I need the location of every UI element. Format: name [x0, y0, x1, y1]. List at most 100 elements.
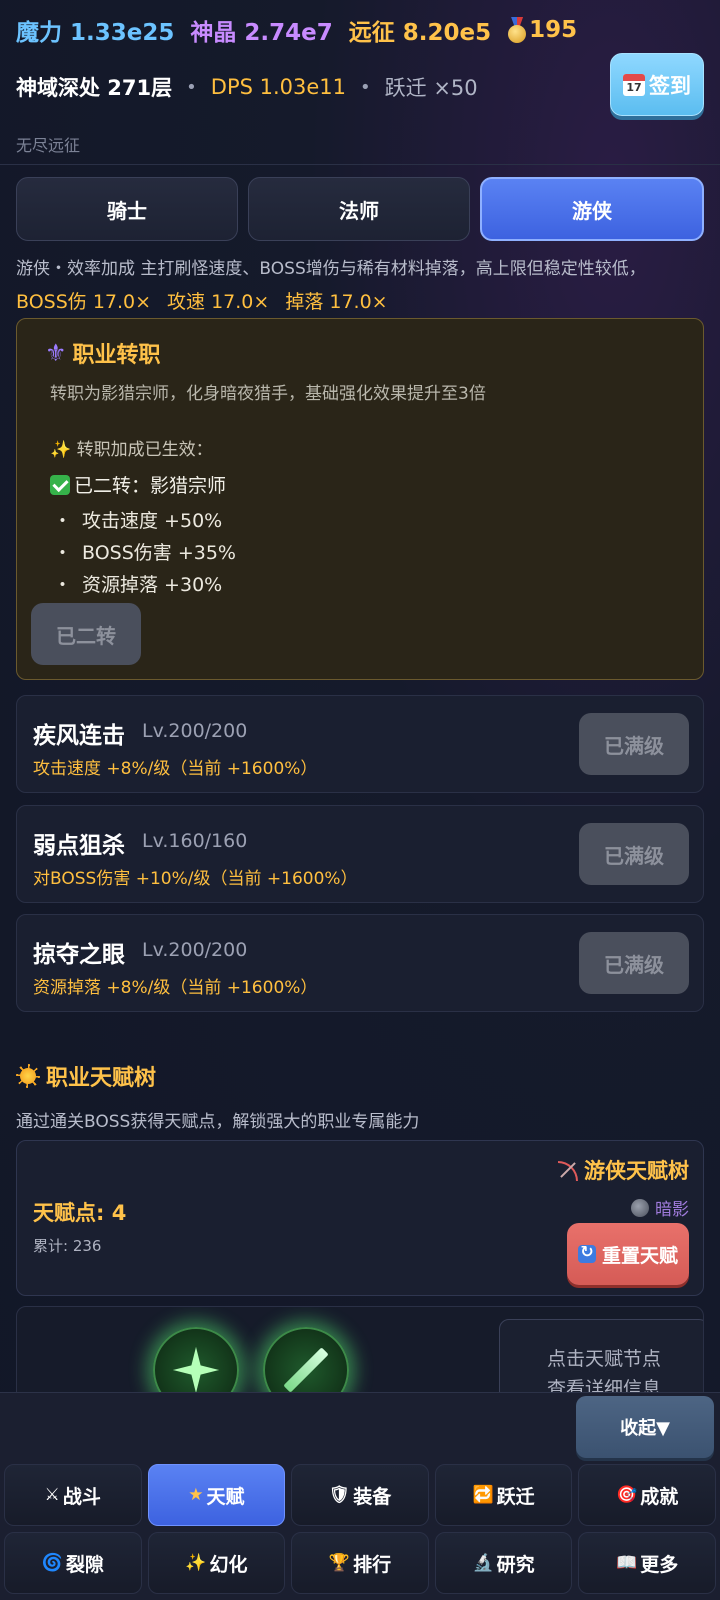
talent-description: 通过通关BOSS获得天赋点，解锁强大的职业专属能力: [16, 1112, 420, 1132]
nav-ranking[interactable]: 🏆 排行: [291, 1532, 429, 1594]
list-item: ・资源掉落 +30%: [53, 567, 236, 599]
signin-label: 签到: [649, 73, 691, 98]
medal-counter: 195: [507, 17, 577, 43]
nav-label: 裂隙: [65, 1553, 104, 1576]
effect-text: 资源掉落 +30%: [82, 573, 223, 596]
bonus-drop: 掉落 17.0×: [285, 291, 388, 313]
effect-text: 攻击速度 +50%: [82, 509, 223, 532]
starburst-icon: [173, 1347, 219, 1393]
star-icon: ★: [188, 1485, 204, 1505]
nav-label: 幻化: [209, 1553, 248, 1576]
promotion-button[interactable]: 已二转: [31, 603, 141, 665]
nav-label: 装备: [353, 1485, 392, 1508]
nav-achievement[interactable]: 🎯 成就: [578, 1464, 716, 1526]
nav-rift[interactable]: 🌀 裂隙: [4, 1532, 142, 1594]
talent-total: 累计: 236: [33, 1237, 102, 1255]
shadow-orb-icon: [631, 1198, 649, 1217]
nav-battle[interactable]: ⚔ 战斗: [4, 1464, 142, 1526]
skill-level: Lv.200/200: [142, 939, 248, 961]
promotion-active-label: ✨ 转职加成已生效：: [50, 440, 213, 460]
promotion-card: ⚜ 职业转职 转职为影猎宗师，化身暗夜猎手，基础强化效果提升至3倍 ✨ 转职加成…: [16, 318, 704, 680]
skill-card: 弱点狙杀 Lv.160/160 对BOSS伤害 +10%/级（当前 +1600%…: [16, 805, 704, 903]
skill-effect: 资源掉落 +8%/级（当前 +1600%）: [33, 978, 318, 998]
promotion-effects: ・攻击速度 +50% ・ BOSS伤害 +35% ・资源掉落 +30%: [53, 503, 236, 599]
promotion-status-text: 已二转：影猎宗师: [74, 475, 227, 497]
signin-button[interactable]: 签到: [610, 53, 704, 116]
nav-label: 战斗: [62, 1485, 101, 1508]
nav-talent[interactable]: ★ 天赋: [147, 1464, 286, 1526]
talent-points: 天赋点: 4: [33, 1201, 127, 1225]
checkmark-icon: [50, 474, 70, 495]
bonus-attack-speed: 攻速 17.0×: [167, 291, 270, 313]
mana-value: 魔力 1.33e25: [16, 20, 175, 46]
skill-upgrade-button[interactable]: 已满级: [579, 713, 689, 775]
separator-dot: •: [186, 76, 197, 98]
trophy-icon: 🏆: [328, 1553, 351, 1573]
skill-effect: 对BOSS伤害 +10%/级（当前 +1600%）: [33, 869, 358, 889]
nav-label: 跃迁: [496, 1485, 535, 1508]
promotion-title: ⚜ 职业转职: [45, 337, 161, 369]
calendar-icon: [623, 73, 645, 96]
talent-heading-text: 职业天赋树: [46, 1066, 157, 1091]
promotion-text: 转职为影猎宗师，化身暗夜猎手，基础强化效果提升至3倍: [50, 384, 486, 404]
sparkles-icon: ✨: [185, 1553, 207, 1573]
tree-name-text: 游侠天赋树: [584, 1159, 689, 1183]
nav-label: 更多: [640, 1553, 679, 1576]
shield-icon: 🛡: [328, 1485, 351, 1505]
nav-jump[interactable]: 🔁 跃迁: [434, 1464, 573, 1526]
app-root: 魔力 1.33e25 神晶 2.74e7 远征 8.20e5 195 神域深处 …: [0, 0, 720, 1600]
crossed-swords-icon: ⚔: [44, 1485, 60, 1505]
medal-icon: [507, 17, 527, 43]
mode-subtitle: 无尽远征: [16, 136, 81, 155]
skill-name: 掠夺之眼: [33, 942, 125, 968]
nav-label: 天赋: [206, 1485, 245, 1508]
class-tabs: 骑士 法师 游侠: [16, 177, 704, 241]
skill-card: 掠夺之眼 Lv.200/200 资源掉落 +8%/级（当前 +1600%） 已满…: [16, 914, 704, 1012]
tab-ranger[interactable]: 游侠: [480, 177, 704, 241]
location-bar: 神域深处 271层 • DPS 1.03e11 • 跃迁 ×50: [16, 70, 478, 104]
skill-name: 疾风连击: [33, 723, 125, 749]
skill-level: Lv.160/160: [142, 830, 248, 852]
location-name: 神域深处 271层: [16, 76, 173, 100]
bullet: ・: [53, 509, 73, 532]
nav-equipment[interactable]: 🛡 装备: [291, 1464, 429, 1526]
nav-research[interactable]: 🔬 研究: [434, 1532, 573, 1594]
sword-icon: [283, 1347, 329, 1393]
list-item: ・攻击速度 +50%: [53, 503, 236, 535]
tab-knight[interactable]: 骑士: [16, 177, 238, 241]
talent-heading: 职业天赋树: [16, 1060, 156, 1092]
skill-name: 弱点狙杀: [33, 833, 125, 859]
bow-arrow-icon: [556, 1159, 578, 1181]
bottom-nav: ⚔ 战斗 ★ 天赋 🛡 装备 🔁 跃迁 🎯 成就 🌀 裂隙 ✨ 幻化 🏆 排行 🔬 研究 📖 更多: [4, 1464, 716, 1594]
skill-level: Lv.200/200: [142, 720, 248, 742]
refresh-icon: [577, 1242, 596, 1263]
repeat-icon: 🔁: [472, 1485, 494, 1505]
promotion-status: 已二转：影猎宗师: [50, 471, 226, 498]
nav-label: 成就: [640, 1485, 679, 1508]
skill-upgrade-button[interactable]: 已满级: [579, 823, 689, 885]
talent-branch: 暗影: [631, 1195, 689, 1220]
resource-bar: 魔力 1.33e25 神晶 2.74e7 远征 8.20e5 195: [16, 12, 577, 48]
bonus-boss-damage: BOSS伤 17.0×: [16, 291, 152, 313]
crystal-value: 神晶 2.74e7: [190, 20, 333, 46]
nav-label: 排行: [353, 1553, 392, 1576]
reset-talent-button[interactable]: 重置天赋: [567, 1223, 689, 1285]
collapse-button[interactable]: 收起▼: [576, 1396, 714, 1458]
skill-card: 疾风连击 Lv.200/200 攻击速度 +8%/级（当前 +1600%） 已满…: [16, 695, 704, 793]
class-description: 游侠・效率加成 主打刷怪速度、BOSS增伤与稀有材料掉落，高上限但稳定性较低，: [16, 259, 646, 279]
skill-upgrade-button[interactable]: 已满级: [579, 932, 689, 994]
hint-line: 点击天赋节点: [546, 1348, 661, 1370]
tab-mage[interactable]: 法师: [248, 177, 470, 241]
nav-transmog[interactable]: ✨ 幻化: [147, 1532, 286, 1594]
class-bonus-list: BOSS伤 17.0× 攻速 17.0× 掉落 17.0×: [16, 287, 388, 314]
reset-label: 重置天赋: [601, 1244, 678, 1267]
nav-more[interactable]: 📖 更多: [578, 1532, 716, 1594]
list-item: ・ BOSS伤害 +35%: [53, 535, 236, 567]
bullet: ・: [53, 573, 73, 596]
dps-value: DPS 1.03e11: [210, 75, 347, 99]
microscope-icon: 🔬: [472, 1553, 494, 1573]
header-divider: [0, 164, 720, 165]
separator-dot: •: [360, 76, 371, 98]
book-icon: 📖: [616, 1553, 638, 1573]
bullet: ・: [53, 541, 73, 564]
